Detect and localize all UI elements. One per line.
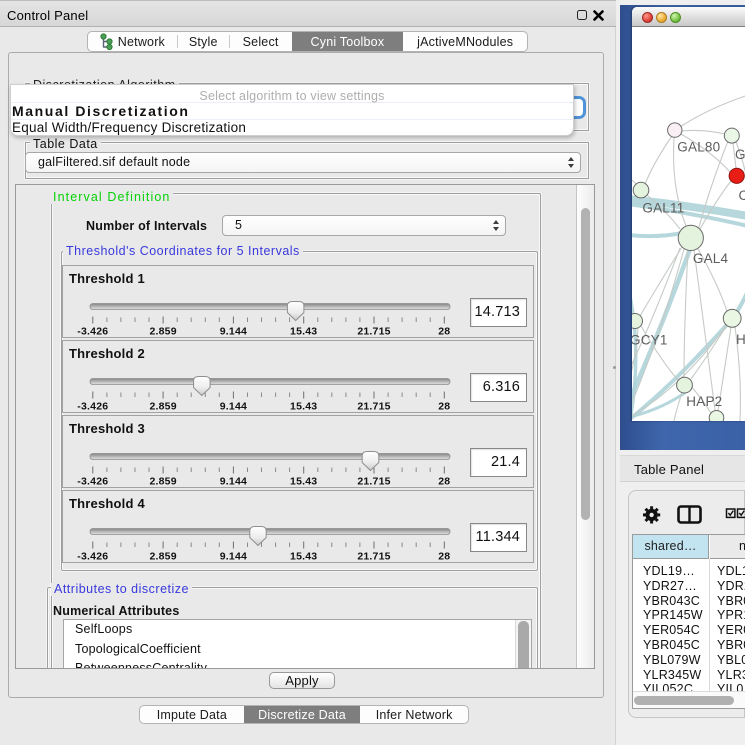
svg-text:GAL1: GAL1 <box>735 147 745 162</box>
svg-text:15.43: 15.43 <box>290 401 317 413</box>
svg-text:HIS: HIS <box>736 332 745 347</box>
svg-text:-3.426: -3.426 <box>77 401 108 413</box>
svg-text:28: 28 <box>438 476 450 488</box>
svg-text:9.144: 9.144 <box>220 401 247 413</box>
svg-text:HAP2: HAP2 <box>686 394 722 409</box>
svg-text:GAL11: GAL11 <box>642 201 684 216</box>
svg-text:GCY1: GCY1 <box>632 333 668 348</box>
svg-text:9.144: 9.144 <box>220 476 247 488</box>
svg-text:C: C <box>739 188 745 203</box>
svg-text:28: 28 <box>438 326 450 338</box>
svg-text:-3.426: -3.426 <box>77 326 108 338</box>
svg-text:2.859: 2.859 <box>149 551 176 563</box>
svg-text:GAL4: GAL4 <box>693 251 729 266</box>
svg-text:21.715: 21.715 <box>357 326 390 338</box>
svg-text:2.859: 2.859 <box>149 476 176 488</box>
svg-text:9.144: 9.144 <box>220 326 247 338</box>
svg-text:15.43: 15.43 <box>290 326 317 338</box>
svg-text:21.715: 21.715 <box>357 401 390 413</box>
svg-text:2.859: 2.859 <box>149 326 176 338</box>
svg-text:2.859: 2.859 <box>149 401 176 413</box>
svg-text:21.715: 21.715 <box>357 476 390 488</box>
svg-text:15.43: 15.43 <box>290 476 317 488</box>
svg-text:9.144: 9.144 <box>220 551 247 563</box>
svg-text:-3.426: -3.426 <box>77 476 108 488</box>
svg-text:GAL80: GAL80 <box>677 140 720 155</box>
svg-text:21.715: 21.715 <box>357 551 390 563</box>
svg-text:-3.426: -3.426 <box>77 551 108 563</box>
svg-text:28: 28 <box>438 401 450 413</box>
svg-text:15.43: 15.43 <box>290 551 317 563</box>
svg-text:28: 28 <box>438 551 450 563</box>
